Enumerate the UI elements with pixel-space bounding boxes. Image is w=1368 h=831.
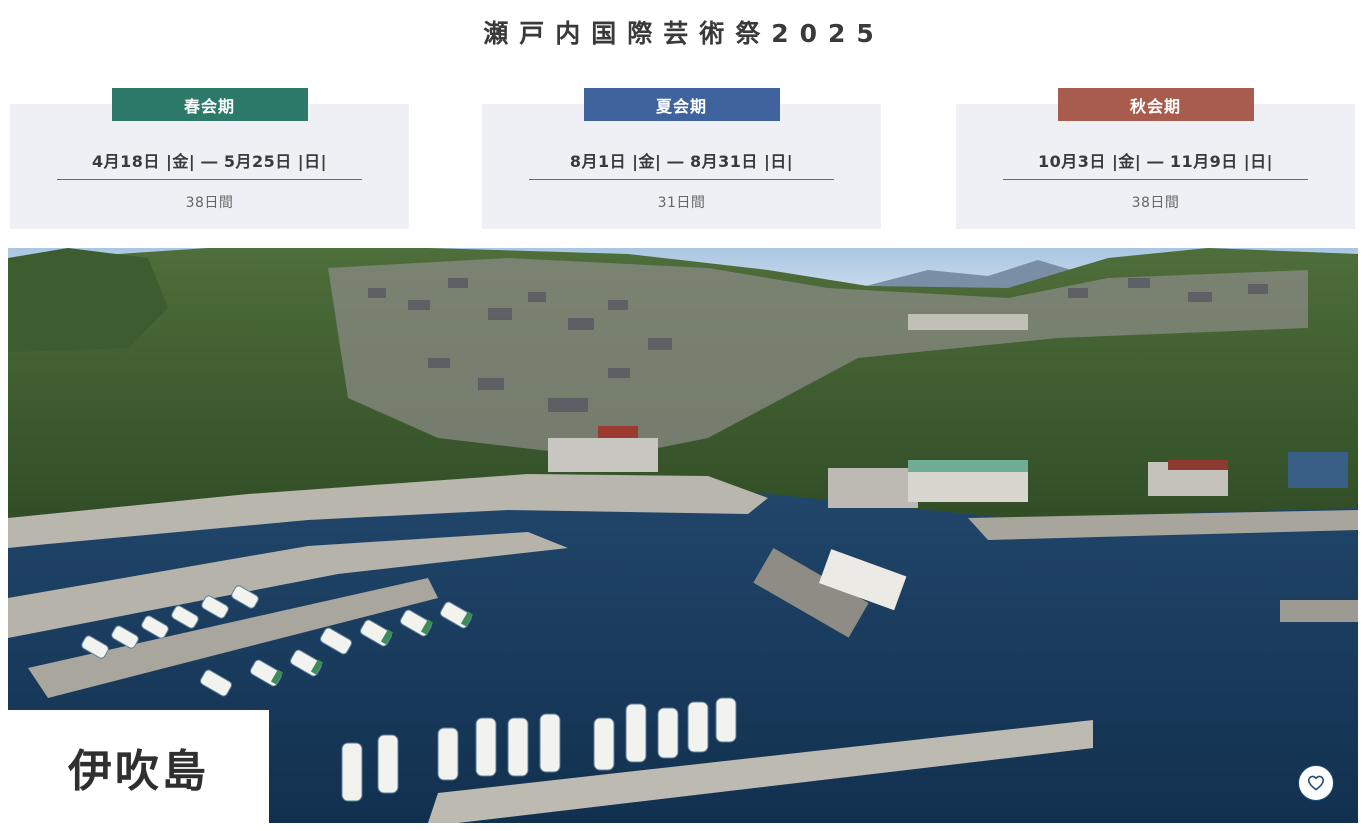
season-badge-autumn: 秋会期 xyxy=(1057,88,1254,121)
island-label: 伊吹島 xyxy=(8,710,269,823)
favorite-button[interactable] xyxy=(1298,765,1334,801)
season-days-summer: 31日間 xyxy=(657,195,706,211)
season-card-spring: 春会期 4月18日 |金| ― 5月25日 |日| 38日間 xyxy=(10,88,409,229)
season-days-spring: 38日間 xyxy=(185,195,234,211)
season-card-summer: 夏会期 8月1日 |金| ― 8月31日 |日| 31日間 xyxy=(482,88,881,229)
divider xyxy=(57,179,362,180)
season-badge-spring: 春会期 xyxy=(111,88,308,121)
divider xyxy=(529,179,834,180)
divider xyxy=(1003,179,1308,180)
season-dates-autumn: 10月3日 |金| ― 11月9日 |日| xyxy=(1038,152,1273,171)
season-dates-spring: 4月18日 |金| ― 5月25日 |日| xyxy=(92,152,327,171)
season-days-autumn: 38日間 xyxy=(1131,195,1180,211)
heart-icon xyxy=(1307,775,1325,791)
season-badge-summer: 夏会期 xyxy=(583,88,780,121)
season-card-autumn: 秋会期 10月3日 |金| ― 11月9日 |日| 38日間 xyxy=(956,88,1355,229)
site-title: 瀬戸内国際芸術祭2025 xyxy=(483,19,885,48)
season-dates-summer: 8月1日 |金| ― 8月31日 |日| xyxy=(569,152,794,171)
island-name: 伊吹島 xyxy=(68,745,209,797)
